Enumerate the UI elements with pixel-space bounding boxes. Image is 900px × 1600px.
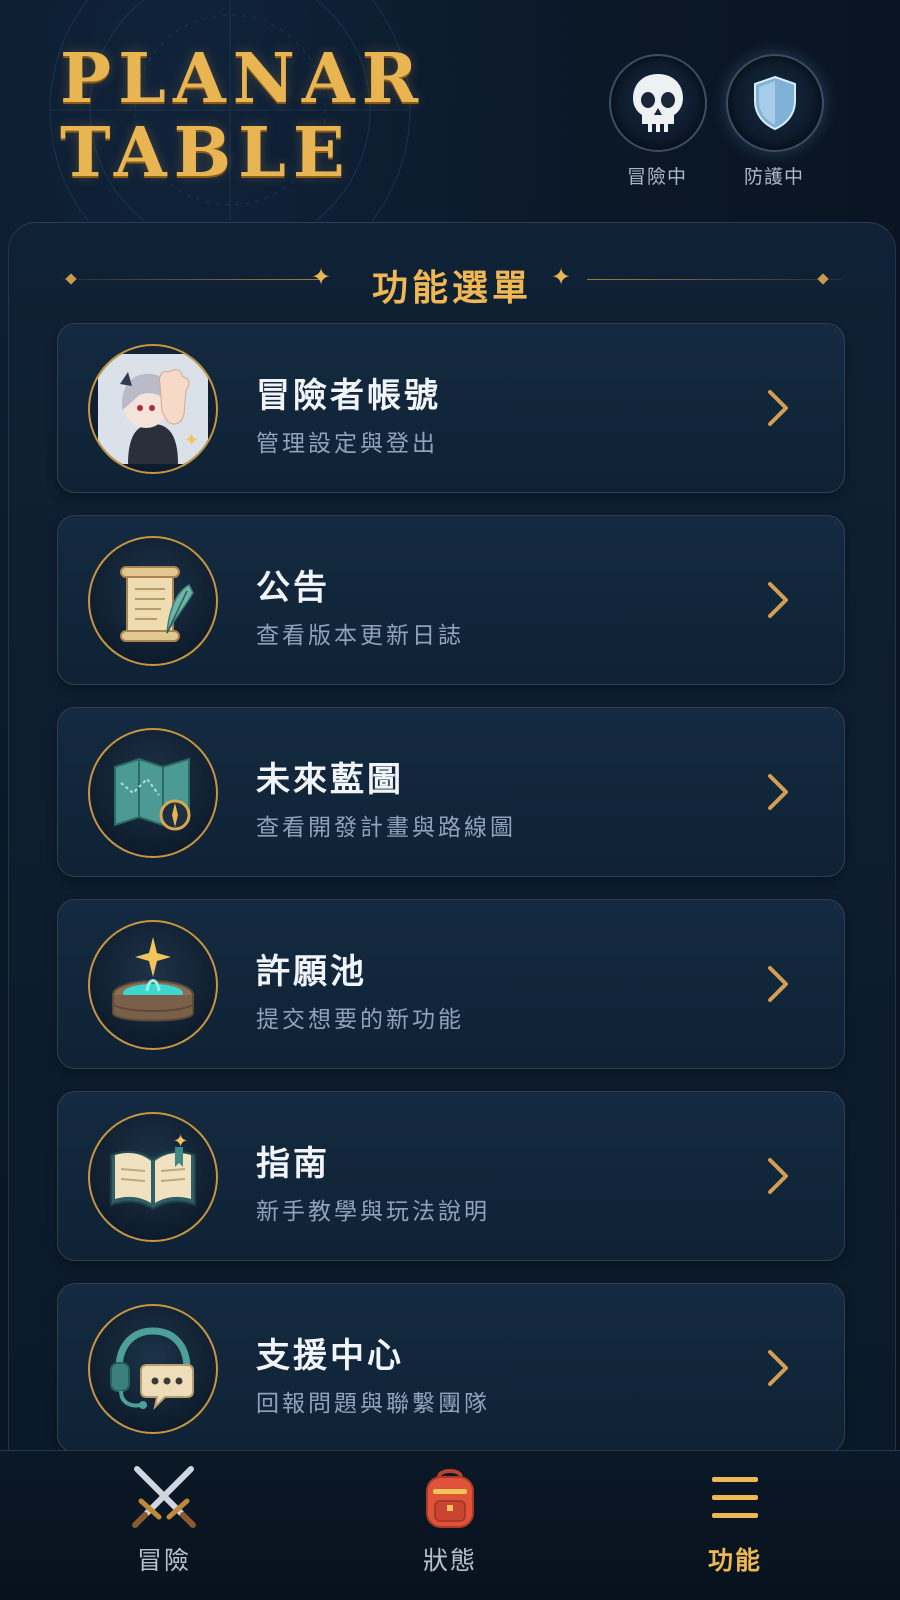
chevron-right-icon bbox=[768, 582, 788, 618]
menu-item-title: 未來藍圖 bbox=[256, 760, 404, 800]
map-compass-icon bbox=[114, 757, 191, 831]
hamburger-menu-icon bbox=[712, 1477, 758, 1518]
status-defending-label: 防護中 bbox=[743, 166, 804, 188]
menu-item-title: 支援中心 bbox=[256, 1336, 404, 1376]
menu-icon-frame bbox=[88, 1304, 218, 1434]
menu-icon-frame: ✦ bbox=[88, 1112, 218, 1242]
avatar-icon: ✦ bbox=[98, 354, 208, 464]
function-menu-panel: ✦ 功能選單 ✦ ✦ 冒險者帳號 管理設定與登出 公告 查看版本更新日誌 未來藍… bbox=[8, 222, 896, 1453]
svg-text:✦: ✦ bbox=[184, 430, 199, 451]
scroll-quill-icon bbox=[120, 566, 194, 642]
status-defending[interactable]: 防護中 bbox=[726, 54, 824, 189]
skull-icon bbox=[633, 74, 683, 132]
menu-item-title: 公告 bbox=[256, 568, 330, 608]
status-adventuring-label: 冒險中 bbox=[626, 166, 687, 188]
nav-label: 冒險 bbox=[136, 1546, 191, 1575]
backpack-icon bbox=[426, 1469, 474, 1528]
nav-tab-functions[interactable]: 功能 bbox=[655, 1465, 815, 1577]
menu-item-roadmap[interactable]: 未來藍圖 查看開發計畫與路線圖 bbox=[57, 707, 845, 877]
chevron-right-icon bbox=[768, 1158, 788, 1194]
chevron-right-icon bbox=[768, 966, 788, 1002]
nav-label: 狀態 bbox=[422, 1546, 477, 1575]
menu-item-subtitle: 提交想要的新功能 bbox=[256, 1007, 464, 1033]
app-logo: PLANAR TABLE bbox=[60, 42, 425, 190]
menu-icon-frame bbox=[88, 536, 218, 666]
menu-item-title: 指南 bbox=[256, 1144, 330, 1184]
status-defending-badge bbox=[726, 54, 824, 152]
sparkle-icon: ✦ bbox=[551, 263, 572, 291]
menu-item-title: 冒險者帳號 bbox=[256, 376, 441, 416]
menu-item-subtitle: 回報問題與聯繫團隊 bbox=[256, 1391, 490, 1417]
headset-chat-icon bbox=[110, 1327, 194, 1411]
menu-item-wishing-well[interactable]: 許願池 提交想要的新功能 bbox=[57, 899, 845, 1069]
nav-label: 功能 bbox=[707, 1546, 762, 1575]
menu-icon-frame: ✦ bbox=[88, 344, 218, 474]
section-header: ✦ 功能選單 ✦ bbox=[9, 259, 895, 309]
wishing-well-icon bbox=[112, 937, 194, 1022]
crossed-swords-icon bbox=[132, 1466, 196, 1528]
logo-line-1: PLANAR bbox=[60, 39, 426, 119]
status-adventuring[interactable]: 冒險中 bbox=[609, 54, 707, 189]
menu-item-subtitle: 管理設定與登出 bbox=[256, 431, 438, 457]
nav-tab-status[interactable]: 狀態 bbox=[370, 1465, 530, 1577]
bottom-nav: 冒險 狀態 功能 bbox=[0, 1450, 900, 1600]
menu-list: ✦ 冒險者帳號 管理設定與登出 公告 查看版本更新日誌 未來藍圖 查看開發計畫與… bbox=[57, 323, 845, 1475]
open-book-icon: ✦ bbox=[110, 1131, 196, 1211]
menu-item-title: 許願池 bbox=[256, 952, 367, 992]
menu-item-subtitle: 新手教學與玩法說明 bbox=[256, 1199, 490, 1225]
menu-item-guide[interactable]: ✦ 指南 新手教學與玩法說明 bbox=[57, 1091, 845, 1261]
status-adventuring-badge bbox=[609, 54, 707, 152]
section-title: 功能選單 bbox=[371, 268, 532, 309]
menu-item-subtitle: 查看開發計畫與路線圖 bbox=[256, 815, 516, 841]
ornament-line bbox=[587, 279, 843, 280]
menu-icon-frame bbox=[88, 728, 218, 858]
logo-line-2: TABLE bbox=[60, 113, 352, 193]
chevron-right-icon bbox=[768, 390, 788, 426]
menu-item-account[interactable]: ✦ 冒險者帳號 管理設定與登出 bbox=[57, 323, 845, 493]
chevron-right-icon bbox=[768, 1350, 788, 1386]
menu-item-support[interactable]: 支援中心 回報問題與聯繫團隊 bbox=[57, 1283, 845, 1453]
svg-text:✦: ✦ bbox=[173, 1131, 188, 1152]
menu-item-subtitle: 查看版本更新日誌 bbox=[256, 623, 464, 649]
chevron-right-icon bbox=[768, 774, 788, 810]
shield-icon bbox=[754, 75, 796, 131]
app-header: PLANAR TABLE 冒險中 防護中 bbox=[0, 0, 900, 220]
menu-item-announcement[interactable]: 公告 查看版本更新日誌 bbox=[57, 515, 845, 685]
menu-icon-frame bbox=[88, 920, 218, 1050]
nav-tab-adventure[interactable]: 冒險 bbox=[84, 1465, 244, 1577]
